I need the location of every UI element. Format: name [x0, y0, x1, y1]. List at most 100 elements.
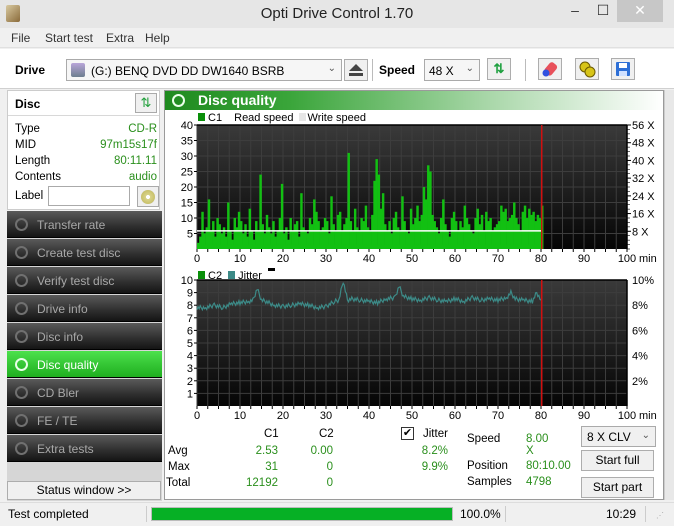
c1-y2tick-label: 56 X	[632, 120, 655, 132]
stats-jitter-label: Jitter	[423, 428, 448, 440]
c2-xtick-label: 20	[277, 410, 289, 422]
c1-ytick-label: 35	[181, 136, 193, 148]
c1-bar	[504, 208, 507, 249]
progress-fill	[152, 508, 452, 520]
c1-bar	[377, 174, 381, 249]
c2-xtick-label: 10	[234, 410, 246, 422]
c1-bar	[265, 214, 269, 249]
c1-bar	[227, 202, 230, 249]
c2-y2tick-label: 4%	[632, 351, 648, 363]
c1-base-fill	[197, 244, 542, 249]
c1-bar	[313, 199, 316, 249]
c1-bar	[353, 208, 357, 249]
start-part-button[interactable]: Start part	[581, 477, 654, 498]
stats-total-label: Total	[166, 477, 191, 489]
c2-y2tick-label: 2%	[632, 376, 648, 388]
c1-xtick-label: 0	[194, 253, 200, 265]
c2-ytick-label: 4	[187, 351, 193, 363]
stats-avg-c2: 0.00	[310, 445, 333, 457]
position-label: Position	[467, 460, 508, 472]
stats-avg-c1: 2.53	[255, 445, 278, 457]
c1-ytick-label: 5	[187, 229, 193, 241]
stats-total-c1: 12192	[246, 477, 278, 489]
status-message: Test completed	[8, 507, 89, 521]
c1-xtick-label: 10	[234, 253, 246, 265]
c2-ytick-label: 10	[181, 275, 193, 287]
c1-xtick-label: 70	[492, 253, 504, 265]
stats-max-c2: 0	[326, 461, 333, 473]
c2-y2tick-label: 8%	[632, 300, 648, 312]
c2-y2tick-label: 10%	[632, 275, 654, 287]
c1-y2tick-label: 48 X	[632, 138, 655, 150]
c1-xtick-label: 50	[406, 253, 418, 265]
c1-bar	[536, 214, 540, 249]
elapsed-time: 10:29	[605, 507, 636, 521]
c1-bar	[442, 199, 445, 249]
stats-avg-label: Avg	[168, 445, 188, 457]
c1-bar	[409, 208, 413, 249]
c1-bar	[422, 187, 426, 249]
c1-bar	[330, 196, 333, 249]
stats-col-c2: C2	[319, 428, 334, 440]
jitter-checkbox[interactable]: ✔	[401, 427, 414, 440]
c1-bar	[528, 208, 531, 249]
c1-chart: 5101520253035400 10 20 30 40 50 60 70 80 90 100 min…	[181, 120, 657, 422]
c1-bar	[371, 214, 374, 249]
c2-ytick-label: 1	[187, 388, 193, 400]
c2-ytick-label: 8	[187, 300, 193, 312]
resize-grip-icon[interactable]: ⋰	[656, 511, 664, 520]
c2-xtick-label: 0	[194, 410, 200, 422]
chevron-down-icon: ⌄	[641, 430, 650, 441]
test-speed-value: 8 X CLV	[587, 430, 631, 444]
checkmark-icon: ✔	[402, 427, 413, 439]
c1-xtick-label: 30	[320, 253, 332, 265]
c1-xtick-label: 80	[535, 253, 547, 265]
c1-y2tick-label: 32 X	[632, 173, 655, 185]
status-divider	[505, 506, 506, 522]
stats-max-c1: 31	[265, 461, 278, 473]
samples-value: 4798	[526, 476, 552, 488]
c1-ytick-label: 15	[181, 198, 193, 210]
c1-bar	[510, 214, 514, 249]
stats-total-c2: 0	[326, 477, 333, 489]
c1-xtick-label: 20	[277, 253, 289, 265]
c1-bar	[364, 205, 368, 249]
c1-bar	[463, 205, 467, 249]
c1-bar	[300, 193, 303, 249]
start-full-button[interactable]: Start full	[581, 450, 654, 471]
c1-bar	[431, 214, 434, 249]
progress-percent: 100.0%	[460, 507, 501, 521]
c1-ytick-label: 40	[181, 120, 193, 132]
c2-ytick-label: 2	[187, 376, 193, 388]
c1-y2tick-label: 40 X	[632, 155, 655, 167]
test-speed-select[interactable]: 8 X CLV ⌄	[581, 426, 656, 447]
c2-xtick-label: 100	[618, 410, 636, 422]
c2-ytick-label: 3	[187, 363, 193, 375]
position-value: 80:10.00	[526, 460, 571, 472]
c1-xtick-label: 90	[578, 253, 590, 265]
stats-max-label: Max	[168, 461, 190, 473]
c1-bar	[375, 159, 378, 249]
stats-col-c1: C1	[264, 428, 279, 440]
c2-ytick-label: 9	[187, 288, 193, 300]
c1-bar	[500, 205, 503, 249]
c2-xtick-label: 30	[320, 410, 332, 422]
c2-xtick-label: 80	[535, 410, 547, 422]
c2-xtick-label: 40	[363, 410, 375, 422]
c1-ytick-label: 20	[181, 182, 193, 194]
c1-bar	[381, 193, 385, 249]
c1-xlabel: min	[639, 253, 657, 265]
c2-y2tick-label: 6%	[632, 325, 648, 337]
c2-xtick-label: 60	[449, 410, 461, 422]
c2-xtick-label: 70	[492, 410, 504, 422]
c1-bar	[379, 208, 383, 249]
c2-ytick-label: 7	[187, 313, 193, 325]
c1-bar	[248, 208, 252, 249]
c1-bar	[280, 183, 284, 249]
c1-bar	[373, 180, 376, 249]
status-divider	[146, 506, 147, 522]
c1-bar	[416, 205, 419, 249]
c1-bar	[420, 214, 424, 249]
speed-readout-value: 8.00 X	[526, 433, 549, 457]
progress-bar	[151, 507, 453, 521]
